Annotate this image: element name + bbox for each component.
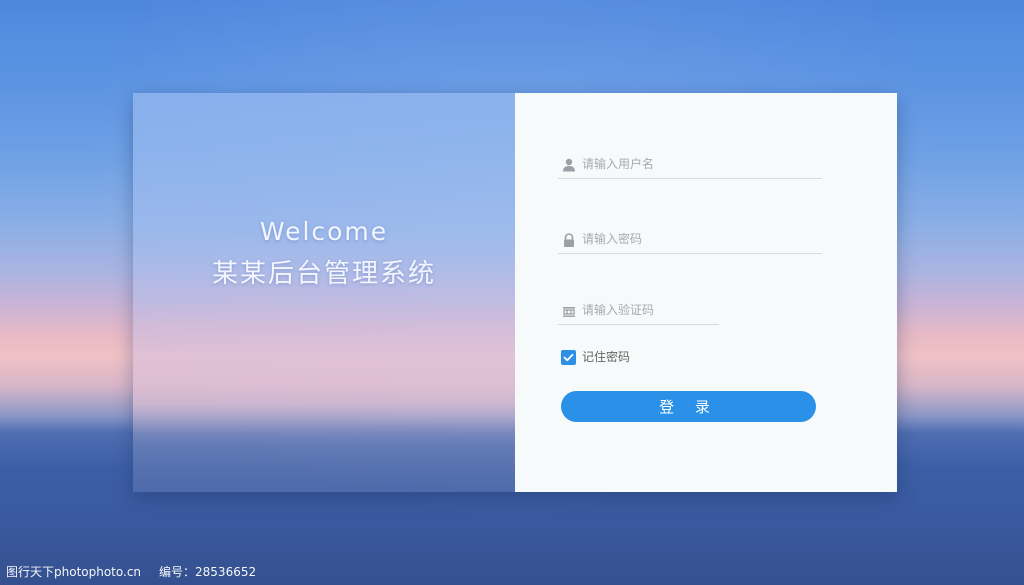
- welcome-panel: Welcome 某某后台管理系统: [133, 93, 515, 492]
- remember-checkbox[interactable]: [561, 350, 576, 365]
- user-icon: [562, 157, 576, 172]
- check-icon: [563, 353, 574, 362]
- watermark-site: 图行天下photophoto.cn: [6, 565, 142, 579]
- password-field: [558, 223, 822, 254]
- password-input[interactable]: [582, 229, 812, 249]
- welcome-title: Welcome: [259, 217, 389, 246]
- watermark: 图行天下photophoto.cn 编号：28536652: [6, 563, 256, 580]
- login-button[interactable]: 登 录: [561, 391, 816, 422]
- lock-icon: [562, 232, 576, 247]
- captcha-icon: [562, 303, 576, 317]
- username-input[interactable]: [582, 154, 812, 174]
- captcha-input[interactable]: [582, 300, 712, 320]
- login-form: 记住密码 登 录: [515, 93, 897, 492]
- system-name: 某某后台管理系统: [211, 259, 436, 289]
- remember-label: 记住密码: [582, 350, 631, 364]
- username-field: [558, 148, 822, 179]
- captcha-field: [558, 294, 719, 325]
- watermark-code: 编号：28536652: [159, 565, 257, 579]
- login-card: Welcome 某某后台管理系统 请输入用户名 请输入验证码 记住密码 登 录: [133, 93, 897, 492]
